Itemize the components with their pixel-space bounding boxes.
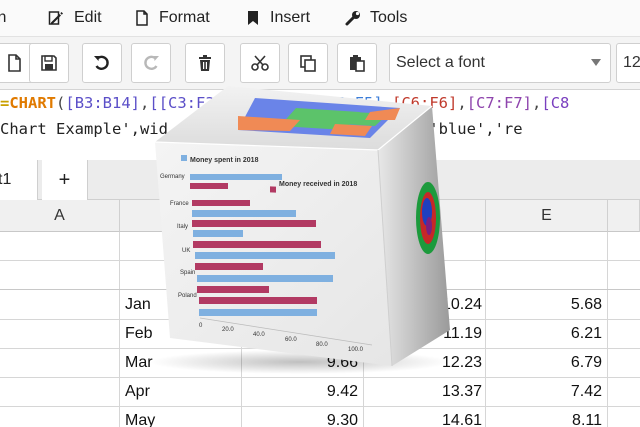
redo-icon bbox=[144, 55, 159, 70]
toolbar: Select a font 12 bbox=[0, 36, 640, 90]
formula-range: [C5:F5] bbox=[317, 94, 383, 112]
month-cell[interactable]: Apr bbox=[125, 383, 150, 401]
wrench-icon bbox=[344, 9, 362, 27]
menu-label: in bbox=[0, 9, 7, 26]
undo-icon bbox=[94, 55, 109, 70]
grid-line bbox=[241, 232, 242, 427]
grid-line bbox=[0, 377, 640, 378]
scissors-icon bbox=[251, 55, 269, 71]
value-cell-d[interactable]: 11.19 bbox=[380, 325, 482, 343]
grid-line bbox=[363, 232, 364, 427]
save-button[interactable] bbox=[29, 43, 69, 83]
value-cell-c[interactable]: 9.42 bbox=[258, 383, 358, 401]
font-size-value: 12 bbox=[623, 54, 640, 71]
chevron-down-icon bbox=[591, 59, 601, 66]
value-cell-e[interactable]: 6.21 bbox=[500, 325, 602, 343]
cut-button[interactable] bbox=[240, 43, 280, 83]
formula-line-2: Chart Example',wid ['pink','blue','re bbox=[0, 120, 523, 138]
menu-label-format: Format bbox=[159, 9, 210, 26]
bookmark-icon bbox=[244, 9, 262, 27]
grid-line bbox=[0, 260, 640, 261]
value-cell-e[interactable]: 7.42 bbox=[500, 383, 602, 401]
paste-icon bbox=[350, 55, 365, 72]
column-header-a[interactable]: A bbox=[0, 200, 120, 232]
copy-icon bbox=[300, 55, 316, 72]
trash-icon bbox=[199, 55, 211, 71]
menu-item-window[interactable]: in bbox=[0, 0, 6, 36]
column-header-d[interactable] bbox=[364, 200, 486, 232]
formula-range: [C7:F7] bbox=[466, 94, 533, 112]
menu-item-edit[interactable]: Edit bbox=[48, 0, 102, 36]
add-sheet-button[interactable]: + bbox=[42, 160, 88, 200]
formula-sep: , bbox=[140, 94, 150, 112]
column-header-label: A bbox=[54, 206, 65, 224]
column-header-c[interactable] bbox=[242, 200, 364, 232]
value-cell-c[interactable]: 9.30 bbox=[258, 412, 358, 427]
formula-text: Chart Example',wid bbox=[0, 120, 168, 138]
value-cell-e[interactable]: 8.11 bbox=[500, 412, 602, 427]
formula-range: [B3:B14] bbox=[65, 94, 141, 112]
document-icon bbox=[133, 9, 151, 27]
font-select-value: Select a font bbox=[396, 54, 485, 71]
menu-item-insert[interactable]: Insert bbox=[244, 0, 310, 36]
font-size-select[interactable]: 12 bbox=[616, 43, 640, 83]
grid-line bbox=[0, 348, 640, 349]
menu-label-insert: Insert bbox=[270, 9, 311, 26]
value-cell-d[interactable]: 12.23 bbox=[380, 354, 482, 372]
value-cell-c[interactable]: 9.66 bbox=[258, 354, 358, 372]
grid-line bbox=[119, 232, 120, 427]
formula-range: [[C3:F3] bbox=[149, 94, 225, 112]
column-header-f[interactable] bbox=[608, 200, 640, 232]
formula-gap bbox=[224, 94, 317, 112]
grid-line bbox=[0, 319, 640, 320]
value-cell-d[interactable]: 13.37 bbox=[380, 383, 482, 401]
edit-icon bbox=[48, 9, 66, 27]
formula-equals: = bbox=[0, 94, 10, 112]
copy-button[interactable] bbox=[288, 43, 328, 83]
grid-line bbox=[485, 232, 486, 427]
menu-item-format[interactable]: Format bbox=[133, 0, 210, 36]
formula-sep: , bbox=[457, 94, 467, 112]
formula-sep: , bbox=[382, 94, 393, 112]
formula-range: [C8 bbox=[541, 94, 570, 112]
month-cell[interactable]: Feb bbox=[125, 325, 153, 343]
month-cell[interactable]: Jan bbox=[125, 296, 151, 314]
value-cell-e[interactable]: 6.79 bbox=[500, 354, 602, 372]
plus-icon: + bbox=[58, 168, 71, 191]
formula-range: [C6:F6] bbox=[392, 94, 458, 112]
formula-bar[interactable]: =CHART([B3:B14],[[C3:F3] [C5:F5],[C6:F6]… bbox=[0, 90, 640, 152]
column-header-b[interactable] bbox=[120, 200, 242, 232]
formula-line-1: =CHART([B3:B14],[[C3:F3] [C5:F5],[C6:F6]… bbox=[0, 94, 569, 112]
month-cell[interactable]: May bbox=[125, 412, 155, 427]
save-icon bbox=[41, 55, 57, 71]
new-file-icon bbox=[8, 54, 21, 72]
menu-label-tools: Tools bbox=[370, 9, 408, 26]
menu-bar: in Edit Format Insert Tools bbox=[0, 0, 640, 36]
month-cell[interactable]: Mar bbox=[125, 354, 153, 372]
grid-line bbox=[607, 232, 608, 427]
paste-button[interactable] bbox=[337, 43, 377, 83]
sheet-tab-bar: t1 + bbox=[0, 160, 640, 200]
value-cell-d[interactable]: 14.61 bbox=[380, 412, 482, 427]
sheet-tab-label: t1 bbox=[0, 171, 12, 188]
formula-gap bbox=[168, 120, 355, 138]
value-cell-e[interactable]: 5.68 bbox=[500, 296, 602, 314]
column-header-label: E bbox=[541, 206, 552, 224]
menu-item-tools[interactable]: Tools bbox=[344, 0, 407, 36]
delete-button[interactable] bbox=[185, 43, 225, 83]
formula-paren: ( bbox=[56, 94, 66, 112]
formula-sep: , bbox=[532, 94, 542, 112]
undo-button[interactable] bbox=[82, 43, 122, 83]
redo-button[interactable] bbox=[131, 43, 171, 83]
formula-function: CHART bbox=[9, 94, 57, 112]
spreadsheet-grid: A E Jan 10.24 5.68 Feb 11.19 6.21 Mar 9.… bbox=[0, 200, 640, 427]
value-cell-d[interactable]: 10.24 bbox=[380, 296, 482, 314]
formula-text: ['pink','blue','re bbox=[354, 120, 523, 138]
font-select[interactable]: Select a font bbox=[389, 43, 611, 83]
sheet-tab-active[interactable]: t1 bbox=[0, 160, 38, 200]
column-header-e[interactable]: E bbox=[486, 200, 608, 232]
grid-line bbox=[0, 289, 640, 290]
grid-line bbox=[0, 406, 640, 407]
menu-label-edit: Edit bbox=[74, 9, 102, 26]
